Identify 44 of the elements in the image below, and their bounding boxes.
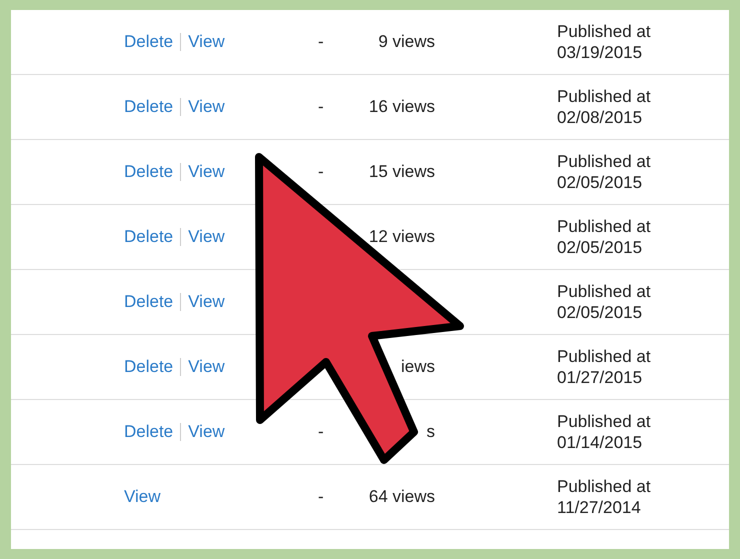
published-label: Published at bbox=[557, 21, 652, 42]
action-link[interactable]: Delete bbox=[124, 162, 174, 182]
dash-text: - bbox=[318, 487, 324, 506]
action-link[interactable]: View bbox=[124, 487, 161, 507]
dash-text: - bbox=[318, 162, 324, 181]
views-count: 9 views bbox=[378, 32, 435, 51]
published-label: Published at bbox=[557, 411, 652, 432]
views-count: 16 views bbox=[368, 97, 435, 116]
published-date: 02/08/2015 bbox=[557, 107, 644, 128]
views-count: 15 views bbox=[368, 162, 435, 181]
dash-text: - bbox=[318, 97, 324, 116]
action-link[interactable]: View bbox=[188, 422, 225, 442]
views-count: 12 views bbox=[368, 227, 435, 246]
published-date: 02/05/2015 bbox=[557, 172, 644, 193]
published-date: 11/27/2014 bbox=[557, 497, 642, 518]
published-date: 02/05/2015 bbox=[557, 237, 644, 258]
published-date: 03/19/2015 bbox=[557, 42, 644, 63]
views-count: iews bbox=[400, 357, 435, 376]
action-link[interactable]: Delete bbox=[124, 227, 174, 247]
action-link[interactable]: View bbox=[188, 32, 225, 52]
action-link[interactable]: Delete bbox=[124, 97, 174, 117]
views-count: s bbox=[426, 422, 435, 441]
action-link[interactable]: View bbox=[188, 162, 225, 182]
dash-text: - bbox=[318, 422, 324, 441]
published-label: Published at bbox=[557, 216, 652, 237]
action-link[interactable]: Delete bbox=[124, 32, 174, 52]
action-link[interactable]: Delete bbox=[124, 357, 174, 377]
pointer-arrow-icon bbox=[255, 153, 464, 464]
views-count: 64 views bbox=[368, 487, 435, 506]
action-link[interactable]: View bbox=[188, 357, 225, 377]
action-link[interactable]: Delete bbox=[124, 422, 174, 442]
action-link[interactable]: Delete bbox=[124, 292, 174, 312]
published-date: 02/05/2015 bbox=[557, 302, 644, 323]
dash-text: - bbox=[318, 32, 324, 51]
action-link[interactable]: View bbox=[188, 227, 225, 247]
published-label: Published at bbox=[557, 86, 652, 107]
published-date: 01/14/2015 bbox=[557, 432, 644, 453]
action-link[interactable]: View bbox=[188, 292, 225, 312]
published-label: Published at bbox=[557, 346, 652, 367]
published-label: Published at bbox=[557, 476, 652, 497]
published-label: Published at bbox=[557, 151, 652, 172]
action-link[interactable]: View bbox=[188, 97, 225, 117]
published-label: Published at bbox=[557, 281, 652, 302]
published-date: 01/27/2015 bbox=[557, 367, 644, 388]
